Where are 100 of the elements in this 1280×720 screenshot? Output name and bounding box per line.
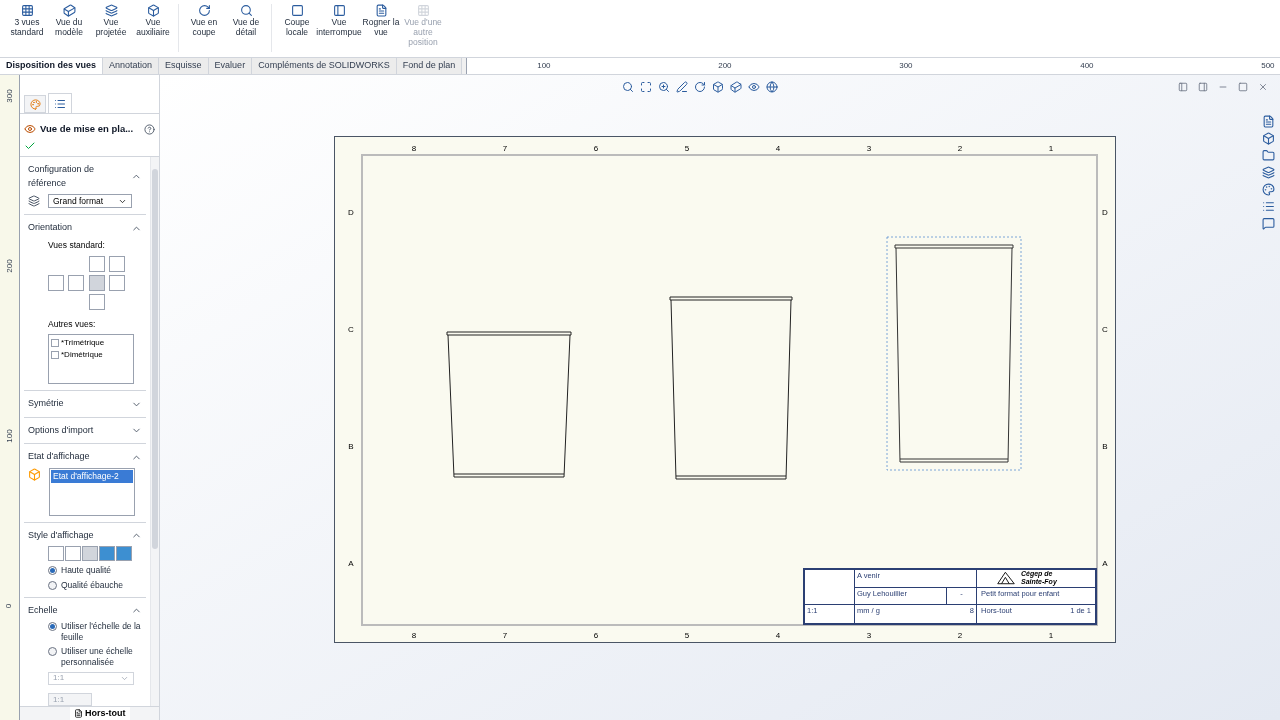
cup-drawing[interactable] — [886, 236, 1022, 471]
zone-label: 4 — [775, 144, 781, 153]
display-style-button[interactable] — [65, 546, 81, 562]
view-tool-icon[interactable] — [730, 81, 742, 93]
field-label: Autres vues: — [48, 317, 97, 331]
sheet-icon — [74, 709, 83, 718]
toolbar-button[interactable]: Vue auxiliaire — [134, 4, 172, 37]
toolbar-button[interactable]: Rogner la vue — [362, 4, 400, 37]
radio-button[interactable] — [48, 647, 57, 657]
zone-label: 5 — [684, 144, 690, 153]
view-orientation-button[interactable] — [68, 274, 85, 291]
ruler-label: 200 — [3, 259, 15, 273]
section-heading: Options d'import — [28, 423, 94, 437]
section-heading: Style d'affichage — [28, 528, 94, 542]
ribbon-tab[interactable]: Esquisse — [159, 58, 209, 74]
zone-label: 7 — [502, 144, 508, 153]
task-pane-icon[interactable] — [1262, 200, 1275, 213]
toolbar-button[interactable]: 3 vues standard — [8, 4, 46, 37]
display-style-button[interactable] — [116, 546, 132, 562]
window-control-icon[interactable] — [1258, 82, 1268, 92]
view-icon — [332, 4, 346, 17]
zone-label: B — [348, 442, 354, 451]
help-icon[interactable] — [144, 123, 155, 135]
zone-label: D — [1102, 208, 1108, 217]
task-pane-icon[interactable] — [1262, 115, 1275, 128]
section-heading: Echelle — [28, 603, 58, 617]
checkbox[interactable] — [51, 339, 59, 348]
ruler-label: 400 — [1080, 60, 1095, 72]
checkbox[interactable] — [51, 351, 59, 360]
configuration-dropdown[interactable]: Grand format — [48, 194, 132, 209]
view-tool-icon[interactable] — [748, 81, 760, 93]
view-tool-icon[interactable] — [622, 81, 634, 93]
view-tool-icon[interactable] — [676, 81, 688, 93]
toolbar-button[interactable]: Vue du modèle — [50, 4, 88, 37]
zone-label: C — [1102, 325, 1108, 334]
radio-button[interactable] — [48, 580, 57, 590]
ruler-label: 0 — [3, 603, 15, 609]
cup-drawing[interactable] — [446, 331, 572, 478]
display-style-button[interactable] — [48, 546, 64, 562]
display-state-icon — [28, 467, 41, 481]
zone-label: 1 — [1048, 631, 1054, 640]
toolbar-button[interactable]: Vue projetée — [92, 4, 130, 37]
task-pane-icon[interactable] — [1262, 149, 1275, 162]
ribbon-tab[interactable]: Fond de plan — [396, 58, 463, 74]
zone-label: 2 — [957, 144, 963, 153]
view-icon — [24, 123, 36, 136]
zone-label: 3 — [866, 631, 872, 640]
toolbar-button[interactable]: Vue en coupe — [185, 4, 223, 37]
view-tool-icon[interactable] — [694, 81, 706, 93]
ribbon-tab[interactable]: Disposition des vues — [0, 58, 104, 74]
view-icon — [374, 4, 388, 17]
radio-label: Utiliser une échelle personnalisée — [61, 646, 134, 668]
view-orientation-button[interactable] — [108, 255, 125, 272]
display-style-button[interactable] — [99, 546, 115, 562]
ribbon-tab[interactable]: Annotation — [103, 58, 160, 74]
window-control-icon[interactable] — [1178, 82, 1188, 92]
view-tool-icon[interactable] — [766, 81, 778, 93]
task-pane-icon[interactable] — [1262, 183, 1275, 196]
panel-title: Vue de mise en pla... — [40, 122, 135, 136]
zone-label: 4 — [775, 631, 781, 640]
task-pane-icon[interactable] — [1262, 132, 1275, 145]
ruler-label: 200 — [718, 60, 733, 72]
view-orientation-button[interactable] — [88, 255, 105, 272]
ruler-label: 500 — [1261, 60, 1276, 72]
zone-label: 6 — [593, 144, 599, 153]
ribbon-tab[interactable]: Evaluer — [208, 58, 253, 74]
checkbox-label: *Trimétrique — [61, 337, 105, 350]
radio-button[interactable] — [48, 566, 57, 576]
ribbon-tab[interactable]: Compléments de SOLIDWORKS — [252, 58, 397, 74]
task-pane-icon[interactable] — [1262, 166, 1275, 179]
property-tab-icon[interactable] — [48, 93, 72, 113]
view-orientation-button[interactable] — [48, 274, 64, 291]
ruler-label: 300 — [899, 60, 914, 72]
view-orientation-button[interactable] — [88, 293, 105, 310]
display-style-button[interactable] — [82, 546, 98, 562]
list-item[interactable]: Etat d'affichage-2 — [51, 469, 133, 483]
checkbox-label: *Dimétrique — [61, 349, 103, 362]
ruler-label: 300 — [3, 89, 15, 103]
sheet-tab[interactable]: Hors-tout — [70, 706, 130, 720]
zone-label: 8 — [411, 144, 417, 153]
section-heading: Etat d'affichage — [28, 450, 90, 464]
section-heading: Configuration de référence — [28, 163, 96, 190]
window-control-icon[interactable] — [1198, 82, 1208, 92]
toolbar-button[interactable]: Vue de détail — [227, 4, 265, 37]
zone-label: 8 — [411, 631, 417, 640]
view-tool-icon[interactable] — [712, 81, 724, 93]
view-tool-icon[interactable] — [640, 81, 652, 93]
field-label: Vues standard: — [48, 238, 106, 252]
zone-label: 1 — [1048, 144, 1054, 153]
zone-label: C — [348, 325, 354, 334]
view-tool-icon[interactable] — [658, 81, 670, 93]
zone-label: 6 — [593, 631, 599, 640]
radio-label: Qualité ébauche — [61, 579, 124, 591]
radio-button[interactable] — [48, 622, 57, 631]
task-pane-icon[interactable] — [1262, 217, 1275, 230]
cup-drawing[interactable] — [669, 296, 793, 480]
toolbar-button[interactable]: Coupe locale — [278, 4, 316, 37]
view-orientation-button[interactable] — [108, 274, 125, 291]
view-icon — [62, 4, 76, 17]
view-orientation-button[interactable] — [88, 274, 105, 291]
